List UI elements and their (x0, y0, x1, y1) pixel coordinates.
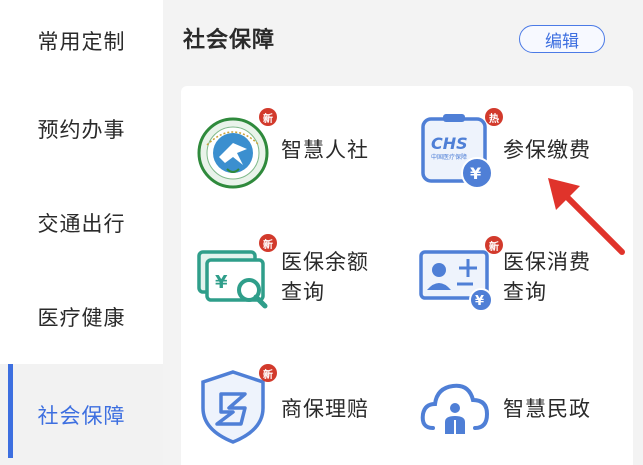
edit-button[interactable]: 编辑 (519, 25, 605, 53)
chs-logo-text: CHS (431, 134, 468, 153)
service-label: 智慧民政 (503, 397, 591, 421)
app-root: 常用定制 预约办事 交通出行 医疗健康 社会保障 社会保障 编辑 新 智慧人社 (0, 0, 643, 465)
ren-she-logo-icon (197, 117, 269, 189)
hot-badge: 热 (485, 108, 503, 126)
service-label: 医保余额 查询 (281, 250, 369, 304)
service-label: 商保理赔 (281, 397, 369, 421)
id-card-yuan-icon: ¥ (419, 250, 493, 312)
new-badge: 新 (259, 108, 277, 126)
sidebar-item-label: 医疗健康 (37, 306, 126, 330)
chs-logo-subtext: 中国医疗保障 (431, 153, 467, 161)
sidebar-item-social-security[interactable]: 社会保障 (0, 364, 163, 465)
svg-text:¥: ¥ (215, 272, 228, 293)
new-badge: 新 (485, 236, 503, 254)
service-tile-smart-civil-affairs[interactable]: 智慧民政 (417, 368, 627, 465)
annotation-arrow (548, 178, 625, 255)
category-sidebar: 常用定制 预约办事 交通出行 医疗健康 社会保障 (0, 0, 163, 465)
sidebar-item-label: 常用定制 (37, 30, 126, 54)
sidebar-item-label: 预约办事 (37, 118, 126, 142)
svg-text:¥: ¥ (475, 294, 484, 309)
sidebar-item-appointment[interactable]: 预约办事 (0, 82, 163, 176)
new-badge: 新 (259, 234, 277, 252)
svg-text:¥: ¥ (470, 164, 481, 183)
service-tile-balance-query[interactable]: ¥ 新 医保余额 查询 (195, 234, 395, 338)
new-badge: 新 (259, 364, 277, 382)
cloud-person-icon (420, 383, 490, 434)
chs-card-yuan-icon: CHS 中国医疗保障 ¥ (421, 114, 493, 189)
service-label: 参保缴费 (503, 138, 591, 162)
service-label: 智慧人社 (281, 138, 369, 162)
sidebar-item-label: 交通出行 (37, 212, 126, 236)
sidebar-item-health[interactable]: 医疗健康 (0, 270, 163, 364)
sidebar-item-transport[interactable]: 交通出行 (0, 176, 163, 270)
sidebar-item-common[interactable]: 常用定制 (0, 0, 163, 82)
section-title: 社会保障 (183, 28, 276, 53)
sidebar-item-label: 社会保障 (37, 403, 126, 428)
service-tile-commercial-claims[interactable]: 新 商保理赔 (195, 364, 395, 465)
service-tile-smart-hr[interactable]: 新 智慧人社 (195, 108, 395, 213)
active-indicator (8, 364, 13, 458)
